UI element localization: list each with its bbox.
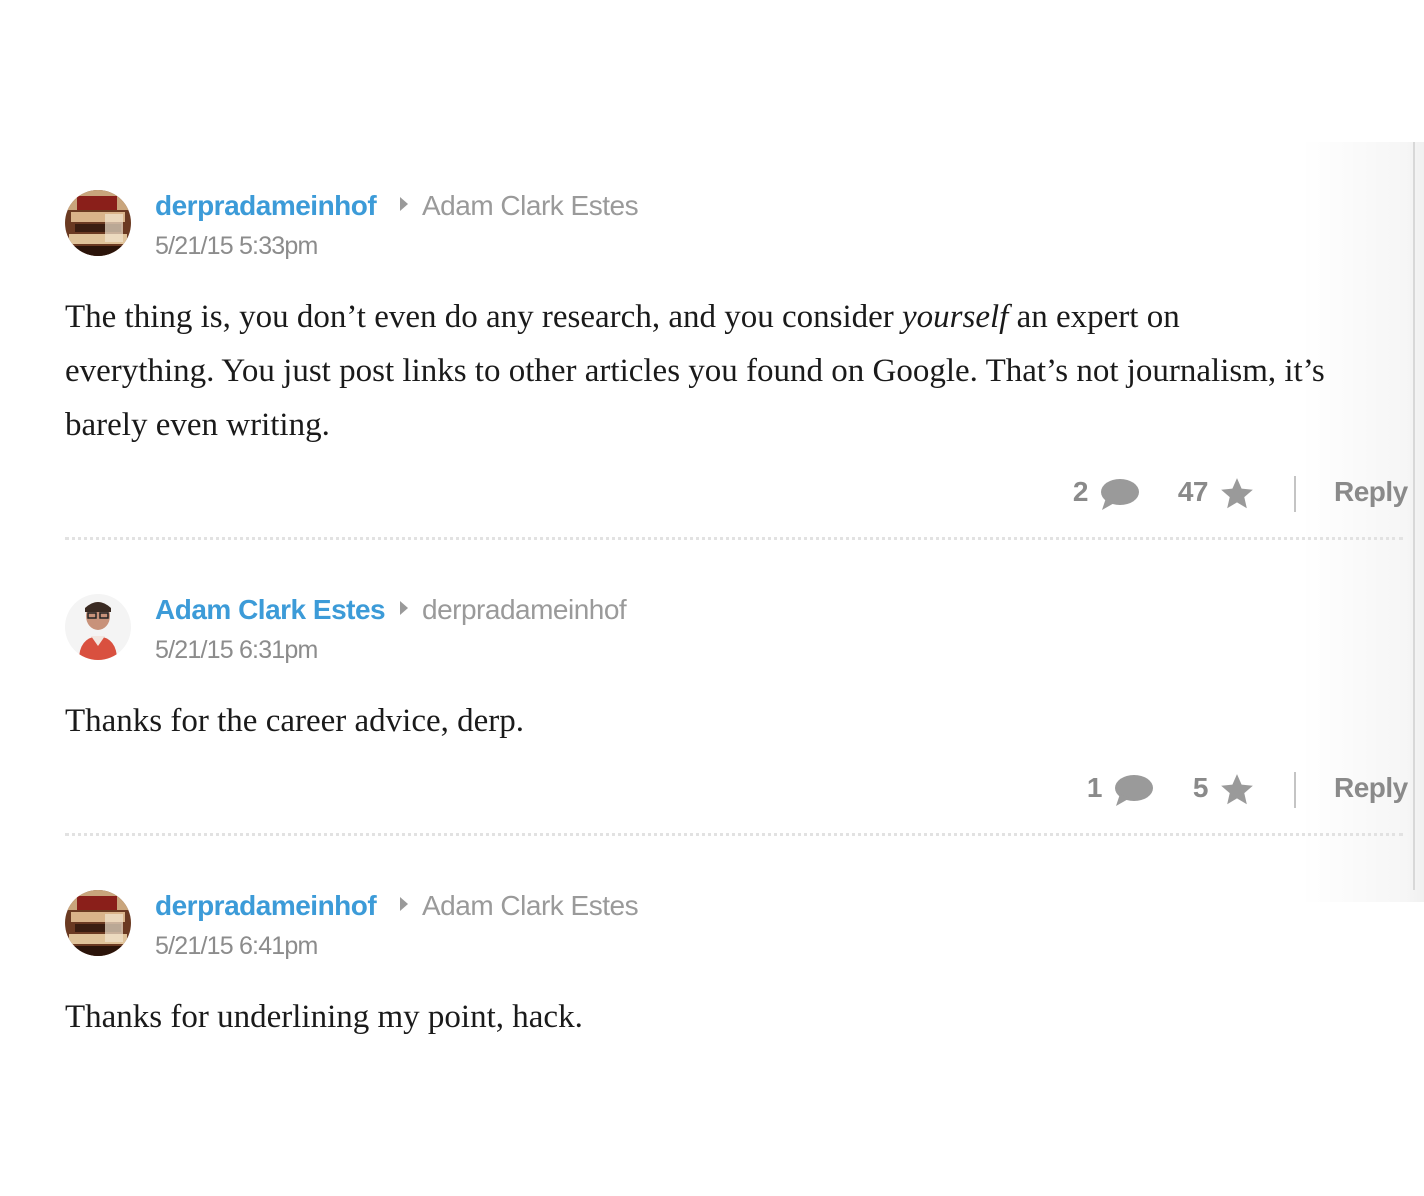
star-icon[interactable] <box>1218 475 1256 518</box>
comment-actions: 1 5 Reply <box>0 772 1424 812</box>
avatar-derpradameinhof[interactable] <box>65 890 131 956</box>
reply-count[interactable]: 1 <box>1070 772 1103 804</box>
author-link[interactable]: derpradameinhof <box>155 190 377 222</box>
star-count[interactable]: 47 <box>1160 476 1209 508</box>
timestamp-link[interactable]: 5/21/15 6:41pm <box>155 932 318 961</box>
caret-right-icon <box>400 197 408 211</box>
timestamp-link[interactable]: 5/21/15 6:31pm <box>155 636 318 665</box>
reply-to-link[interactable]: Adam Clark Estes <box>422 890 639 922</box>
reply-button[interactable]: Reply <box>1334 772 1408 804</box>
timestamp-link[interactable]: 5/21/15 5:33pm <box>155 232 318 261</box>
comment-body: Thanks for the career advice, derp. <box>65 703 525 739</box>
comment-body: The thing is, you don’t even do any rese… <box>65 290 1335 452</box>
reply-count[interactable]: 2 <box>1052 476 1089 508</box>
avatar-adam-clark-estes[interactable] <box>65 594 131 660</box>
avatar-derpradameinhof[interactable] <box>65 190 131 256</box>
star-count[interactable]: 5 <box>1176 772 1209 804</box>
author-link[interactable]: derpradameinhof <box>155 890 377 922</box>
reply-button[interactable]: Reply <box>1334 476 1408 508</box>
reply-to-link[interactable]: derpradameinhof <box>422 594 627 626</box>
comment-actions: 2 47 Reply <box>0 476 1424 516</box>
author-link[interactable]: Adam Clark Estes <box>155 594 386 626</box>
comment-body-emphasis: yourself <box>902 299 1009 335</box>
comment-thread: derpradameinhof Adam Clark Estes 5/21/15… <box>0 0 1424 1196</box>
meta-separator <box>1294 772 1296 808</box>
speech-bubble-icon[interactable] <box>1098 478 1140 517</box>
caret-right-icon <box>400 601 408 615</box>
comment-divider <box>65 833 1403 836</box>
comment-body-text: The thing is, you don’t even do any rese… <box>65 299 903 335</box>
caret-right-icon <box>400 897 408 911</box>
comment-divider <box>65 537 1403 540</box>
star-icon[interactable] <box>1218 771 1256 814</box>
reply-to-link[interactable]: Adam Clark Estes <box>422 190 639 222</box>
speech-bubble-icon[interactable] <box>1112 774 1154 813</box>
meta-separator <box>1294 476 1296 512</box>
comment-body: Thanks for underlining my point, hack. <box>65 999 583 1035</box>
